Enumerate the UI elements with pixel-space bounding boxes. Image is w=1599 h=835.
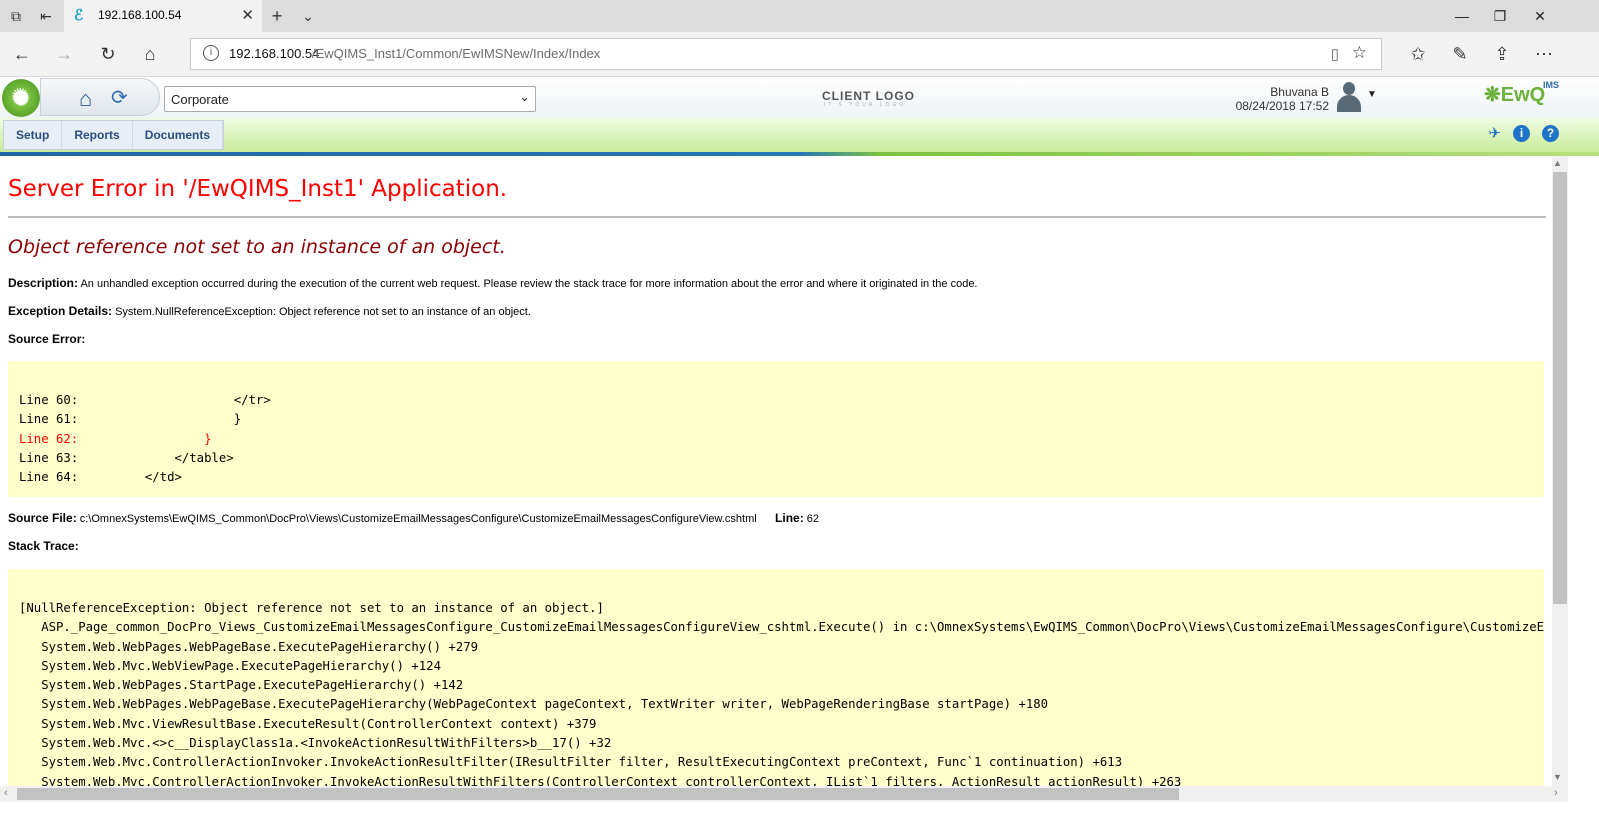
- home-icon[interactable]: ⌂: [138, 42, 162, 66]
- pen-icon[interactable]: ✎: [1448, 42, 1472, 66]
- line-number: 62: [806, 513, 820, 525]
- error-message: Object reference not set to an instance …: [8, 236, 506, 258]
- info-icon[interactable]: i: [1513, 125, 1530, 142]
- menu-tabs: Setup Reports Documents: [3, 120, 225, 150]
- stack-line: System.Web.Mvc.ViewResultBase.ExecuteRes…: [19, 716, 597, 731]
- tab-title: 192.168.100.54: [98, 8, 182, 22]
- restore-icon[interactable]: ❐: [1485, 4, 1515, 28]
- stack-line: System.Web.Mvc.WebViewPage.ExecutePageHi…: [19, 658, 441, 673]
- new-tab-icon[interactable]: +: [267, 6, 287, 26]
- stack-line: System.Web.Mvc.<>c__DisplayClass1a.<Invo…: [19, 736, 612, 751]
- more-icon[interactable]: ⋯: [1532, 42, 1556, 66]
- exception-label: Exception Details:: [8, 304, 113, 318]
- chevron-down-icon: ⌄: [519, 89, 530, 104]
- source-line: Line 64: </td>: [19, 470, 182, 485]
- avatar[interactable]: [1337, 82, 1361, 112]
- source-error-label: Source Error:: [8, 332, 86, 346]
- home-icon[interactable]: ⌂: [79, 86, 92, 112]
- stack-trace-box: [NullReferenceException: Object referenc…: [8, 569, 1544, 786]
- source-line-error: Line 62: }: [19, 431, 212, 446]
- stack-line: [NullReferenceException: Object referenc…: [19, 601, 604, 615]
- brand-logo: ❋EwQ: [1484, 84, 1546, 106]
- back-icon[interactable]: ←: [10, 42, 34, 66]
- client-logo: CLIENT LOGO: [822, 89, 915, 103]
- divider: [8, 216, 1546, 218]
- stack-trace-label: Stack Trace:: [8, 539, 79, 553]
- stack-line: System.Web.WebPages.StartPage.ExecutePag…: [19, 678, 464, 693]
- stack-line: System.Web.Mvc.ControllerActionInvoker.I…: [19, 774, 1182, 786]
- organization-value: Corporate: [171, 92, 229, 107]
- menu-icons: ✈ i ?: [1488, 125, 1559, 142]
- logo-star-icon: ✺: [11, 84, 30, 109]
- stack-line: System.Web.WebPages.WebPageBase.ExecuteP…: [19, 697, 1049, 712]
- set-aside-tabs-icon[interactable]: ⇤: [36, 6, 56, 26]
- source-line: Line 60: </tr>: [19, 393, 271, 407]
- user-name: Bhuvana B: [1270, 85, 1329, 99]
- close-window-icon[interactable]: ✕: [1525, 4, 1555, 28]
- favorites-hub-icon[interactable]: ✩: [1406, 42, 1430, 66]
- browser-tab[interactable]: ℰ 192.168.100.54 ✕: [64, 0, 262, 32]
- source-file-path: c:\OmnexSystems\EwQIMS_Common\DocPro\Vie…: [79, 513, 757, 525]
- scroll-left-icon[interactable]: ‹: [4, 787, 8, 799]
- page-title: Server Error in '/EwQIMS_Inst1' Applicat…: [8, 176, 508, 202]
- share-icon[interactable]: ⇪: [1490, 42, 1514, 66]
- user-menu-caret-icon[interactable]: ▼: [1367, 89, 1377, 100]
- scroll-down-icon[interactable]: ▼: [1553, 772, 1562, 782]
- description-line: Description: An unhandled exception occu…: [8, 276, 978, 290]
- menu-item-documents[interactable]: Documents: [133, 121, 224, 149]
- description-text: An unhandled exception occurred during t…: [80, 278, 978, 290]
- source-line: Line 61: }: [19, 412, 242, 427]
- user-datetime: 08/24/2018 17:52: [1235, 99, 1329, 113]
- description-label: Description:: [8, 276, 79, 290]
- app-logo[interactable]: ✺: [2, 79, 40, 117]
- horizontal-scroll-thumb[interactable]: [17, 788, 1179, 800]
- stack-line: System.Web.Mvc.ControllerActionInvoker.I…: [19, 755, 1123, 770]
- reading-view-icon[interactable]: ▯: [1331, 45, 1339, 63]
- site-favicon-icon: ℰ: [74, 7, 84, 24]
- menu-item-setup[interactable]: Setup: [4, 121, 63, 149]
- app-header: ✺ ⌂ ⟳ Corporate ⌄ CLIENT LOGO IT'S YOUR …: [0, 77, 1599, 120]
- browser-nav-bar: ← → ↻ ⌂ i 192.168.100.54 /EwQIMS_Inst1/C…: [0, 32, 1599, 77]
- tab-manager-icon[interactable]: ⧉: [6, 6, 26, 26]
- line-label: Line:: [775, 511, 804, 525]
- url-host: 192.168.100.54: [229, 46, 320, 61]
- minimize-icon[interactable]: —: [1447, 4, 1477, 28]
- source-line: Line 63: </table>: [19, 450, 234, 465]
- stack-line: System.Web.WebPages.WebPageBase.ExecuteP…: [19, 639, 479, 654]
- scroll-right-icon[interactable]: ›: [1554, 787, 1558, 799]
- brand-logo-suffix: IMS: [1543, 80, 1560, 90]
- menu-item-reports[interactable]: Reports: [62, 121, 133, 149]
- refresh-icon[interactable]: ↻: [96, 42, 120, 66]
- client-logo-tagline: IT'S YOUR LOGO: [824, 102, 907, 108]
- tab-close-icon[interactable]: ✕: [241, 6, 254, 24]
- error-page: Server Error in '/EwQIMS_Inst1' Applicat…: [0, 156, 1552, 786]
- scroll-up-icon[interactable]: ▲: [1553, 158, 1562, 168]
- source-file-label: Source File:: [8, 511, 77, 525]
- site-info-icon[interactable]: i: [203, 45, 219, 61]
- stack-line: ASP._Page_common_DocPro_Views_CustomizeE…: [41, 620, 1544, 635]
- source-code-box: Line 60: </tr> Line 61: } Line 62: } Lin…: [8, 361, 1544, 497]
- address-bar[interactable]: i 192.168.100.54 /EwQIMS_Inst1/Common/Ew…: [190, 38, 1382, 70]
- url-path: /EwQIMS_Inst1/Common/EwIMSNew/Index/Inde…: [312, 46, 601, 61]
- organization-select[interactable]: Corporate ⌄: [164, 86, 536, 112]
- help-icon[interactable]: ?: [1542, 125, 1559, 142]
- exception-line: Exception Details: System.NullReferenceE…: [8, 304, 531, 318]
- main-menu-bar: Setup Reports Documents ✈ i ?: [0, 118, 1599, 153]
- stack-trace-heading: Stack Trace:: [8, 539, 79, 553]
- vertical-scroll-thumb[interactable]: [1553, 172, 1567, 604]
- exception-text: System.NullReferenceException: Object re…: [115, 306, 531, 318]
- tab-list-chevron-icon[interactable]: ⌄: [298, 6, 318, 26]
- favorite-star-icon[interactable]: ☆: [1352, 43, 1367, 63]
- refresh-icon[interactable]: ⟳: [111, 85, 128, 110]
- home-toolbar: ⌂ ⟳: [40, 78, 160, 116]
- forward-icon[interactable]: →: [52, 42, 76, 66]
- source-file-line: Source File: c:\OmnexSystems\EwQIMS_Comm…: [8, 511, 819, 525]
- pin-icon[interactable]: ✈: [1488, 125, 1501, 142]
- browser-tab-bar: ⧉ ⇤ ℰ 192.168.100.54 ✕ + ⌄ — ❐ ✕: [0, 0, 1599, 32]
- source-error-heading: Source Error:: [8, 332, 85, 346]
